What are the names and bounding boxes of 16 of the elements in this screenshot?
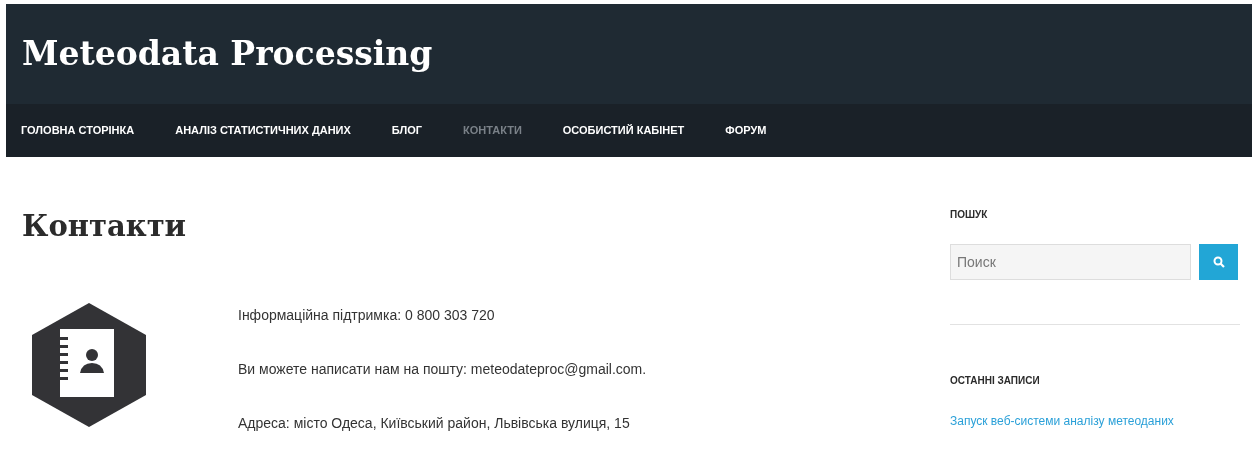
page-title: Контакти xyxy=(22,208,188,245)
widget-heading: ПОШУК xyxy=(950,208,989,222)
nav-link[interactable]: КОНТАКТИ xyxy=(463,122,522,139)
contact-info: Адреса: місто Одеса, Київський район, Львівська вулиця, 15 xyxy=(238,413,631,433)
site-title[interactable]: Meteodata Processing xyxy=(22,29,433,79)
widget-heading: ОСТАННІ ЗАПИСИ xyxy=(950,374,1041,388)
nav-link[interactable]: АНАЛІЗ СТАТИСТИЧНИХ ДАНИХ xyxy=(175,122,351,139)
contact-info: Інформаційна підтримка: 0 800 303 720 xyxy=(238,305,496,325)
search-button[interactable] xyxy=(1199,244,1238,280)
search-icon xyxy=(1212,256,1225,268)
contact-info: Ви можете написати нам на пошту: meteodateproc@gmail.com. xyxy=(238,359,647,379)
nav-link[interactable]: ФОРУМ xyxy=(725,122,767,139)
nav-link[interactable]: ОСОБИСТИЙ КАБІНЕТ xyxy=(562,122,685,139)
search-field[interactable]: Поиск xyxy=(950,244,1191,280)
nav-link[interactable]: ГОЛОВНА СТОРІНКА xyxy=(21,122,135,139)
nav-link[interactable]: БЛОГ xyxy=(391,122,422,139)
